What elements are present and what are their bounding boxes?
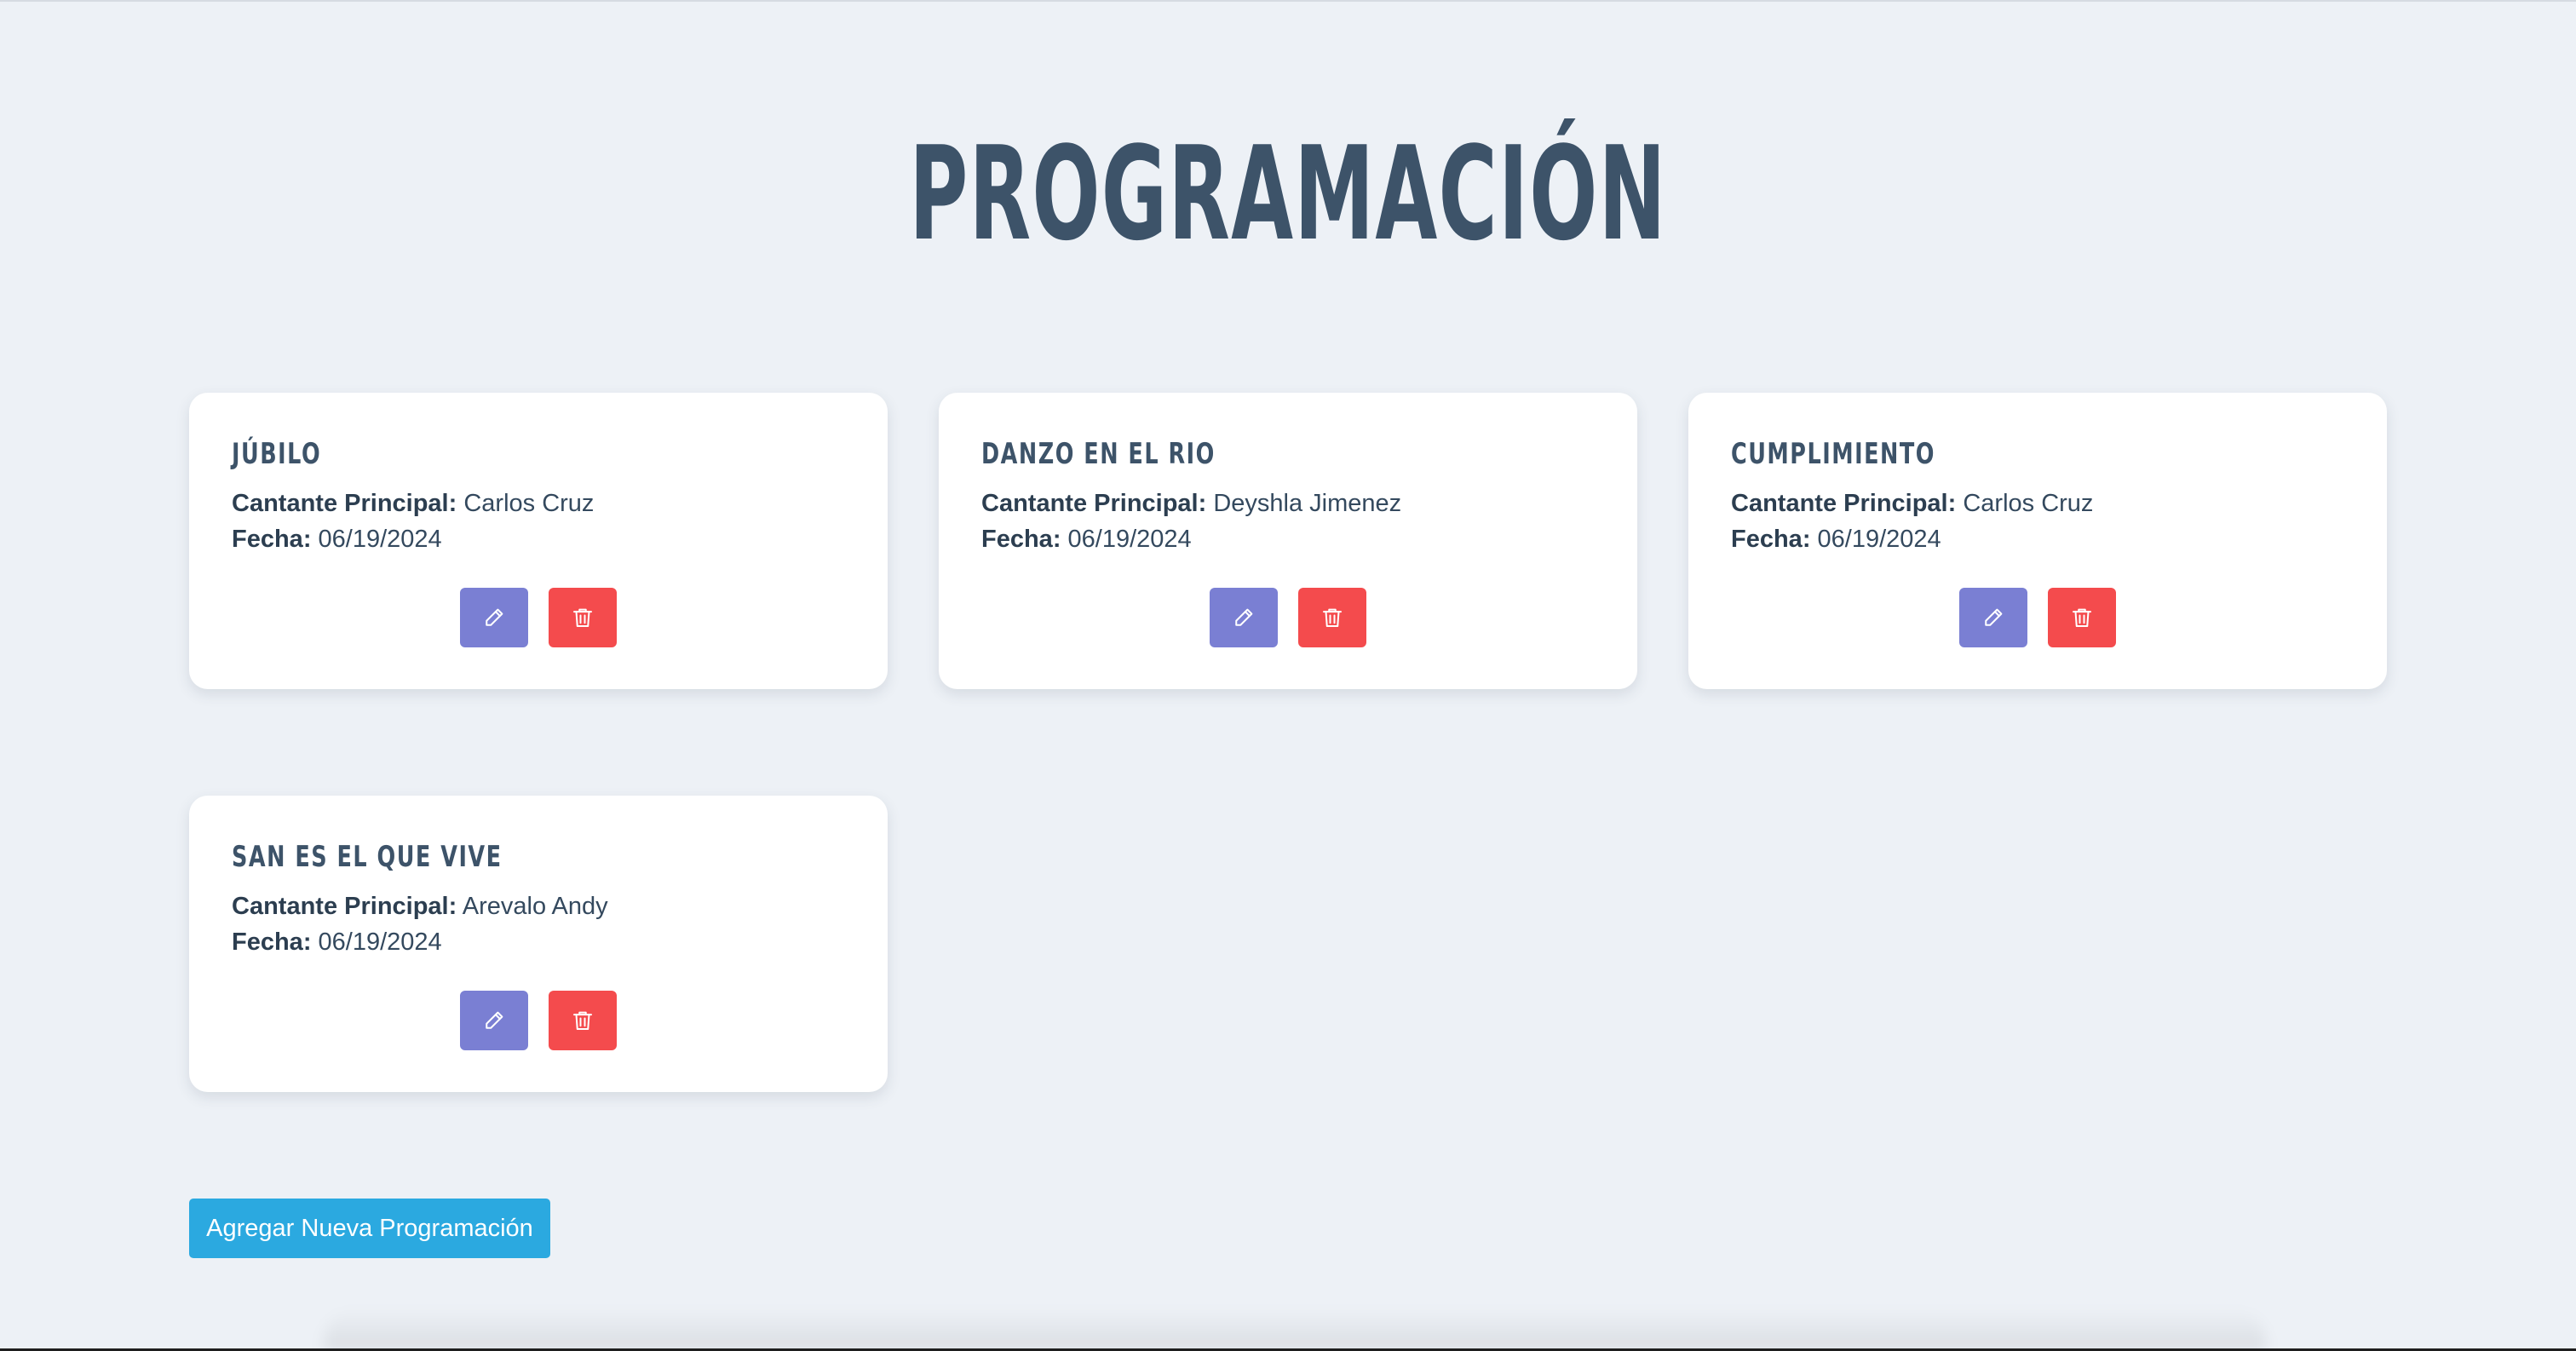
footer-shadow [324, 1308, 2266, 1351]
singer-value: Arevalo Andy [462, 893, 608, 920]
program-card: SAN ES EL QUE VIVE Cantante Principal: A… [189, 796, 888, 1092]
date-label: Fecha: [981, 526, 1061, 553]
date-value: 06/19/2024 [318, 526, 442, 553]
singer-line: Cantante Principal: Deyshla Jimenez [981, 488, 1401, 519]
delete-button[interactable] [1298, 588, 1366, 647]
program-card: CUMPLIMIENTO Cantante Principal: Carlos … [1688, 393, 2387, 689]
trash-icon [1323, 608, 1342, 627]
program-title: JÚBILO [232, 437, 322, 471]
card-actions [189, 991, 888, 1050]
delete-button[interactable] [549, 588, 617, 647]
date-value: 06/19/2024 [318, 928, 442, 956]
trash-icon [2073, 608, 2091, 627]
edit-button[interactable] [1959, 588, 2027, 647]
date-line: Fecha: 06/19/2024 [232, 927, 442, 957]
singer-value: Carlos Cruz [1963, 490, 2094, 517]
singer-value: Carlos Cruz [463, 490, 595, 517]
card-actions [189, 588, 888, 647]
singer-line: Cantante Principal: Carlos Cruz [1731, 488, 2093, 519]
window-top-border [0, 0, 2576, 2]
date-label: Fecha: [232, 928, 312, 956]
edit-button[interactable] [460, 588, 528, 647]
delete-button[interactable] [2048, 588, 2116, 647]
singer-line: Cantante Principal: Arevalo Andy [232, 891, 608, 922]
program-title: DANZO EN EL RIO [981, 437, 1216, 471]
card-actions [1688, 588, 2387, 647]
date-line: Fecha: 06/19/2024 [1731, 524, 1941, 555]
pencil-icon [1985, 608, 2003, 626]
date-line: Fecha: 06/19/2024 [981, 524, 1192, 555]
trash-icon [573, 608, 592, 627]
delete-button[interactable] [549, 991, 617, 1050]
singer-value: Deyshla Jimenez [1213, 490, 1402, 517]
singer-label: Cantante Principal: [232, 490, 457, 517]
singer-label: Cantante Principal: [232, 893, 457, 920]
trash-icon [573, 1011, 592, 1030]
page-title: PROGRAMACIÓN [909, 118, 1667, 269]
edit-button[interactable] [1210, 588, 1278, 647]
date-value: 06/19/2024 [1817, 526, 1941, 553]
edit-button[interactable] [460, 991, 528, 1050]
singer-label: Cantante Principal: [1731, 490, 1957, 517]
date-line: Fecha: 06/19/2024 [232, 524, 442, 555]
pencil-icon [486, 1011, 503, 1029]
date-label: Fecha: [232, 526, 312, 553]
program-card: DANZO EN EL RIO Cantante Principal: Deys… [939, 393, 1637, 689]
date-value: 06/19/2024 [1067, 526, 1192, 553]
add-program-button[interactable]: Agregar Nueva Programación [189, 1199, 550, 1258]
singer-label: Cantante Principal: [981, 490, 1207, 517]
program-title: CUMPLIMIENTO [1731, 437, 1935, 471]
date-label: Fecha: [1731, 526, 1811, 553]
program-title: SAN ES EL QUE VIVE [232, 840, 503, 874]
singer-line: Cantante Principal: Carlos Cruz [232, 488, 594, 519]
pencil-icon [486, 608, 503, 626]
card-actions [939, 588, 1637, 647]
pencil-icon [1235, 608, 1253, 626]
program-card: JÚBILO Cantante Principal: Carlos Cruz F… [189, 393, 888, 689]
